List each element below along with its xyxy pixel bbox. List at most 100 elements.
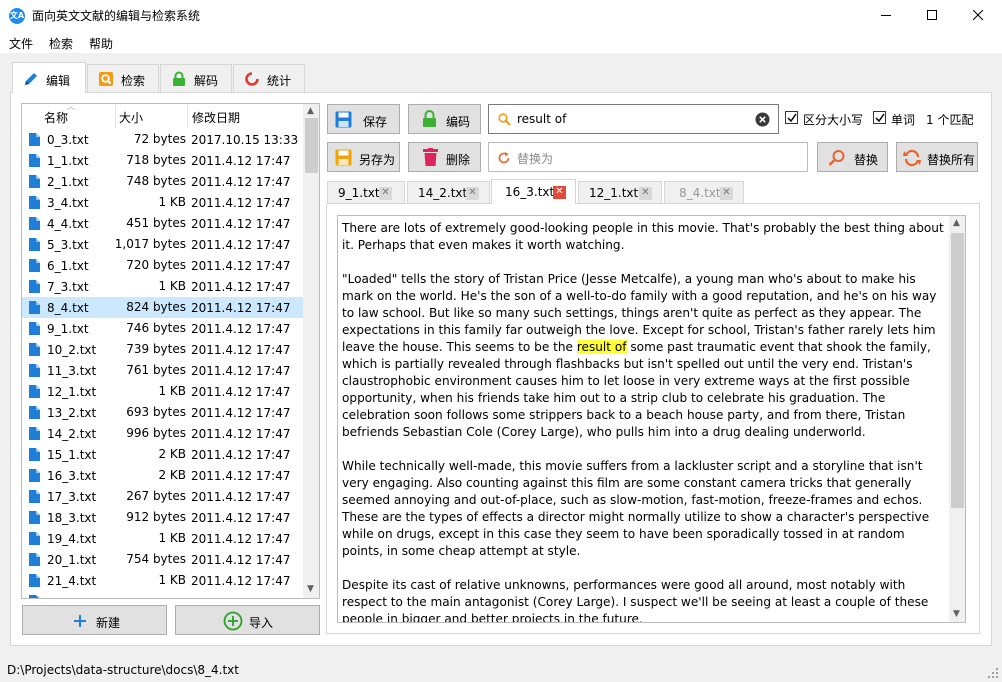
column-name[interactable]: 名称 (44, 109, 68, 126)
file-size: 720 bytes (126, 258, 186, 272)
scroll-up-icon[interactable]: ▲ (307, 106, 314, 116)
resize-grip-icon[interactable] (988, 668, 999, 679)
tab-label: 编辑 (46, 74, 71, 88)
replace-all-button[interactable]: 替换所有 (896, 142, 978, 172)
file-date: 2011.4.12 17:47 (191, 490, 291, 504)
doc-tab[interactable]: 14_2.txt ✕ (407, 181, 490, 203)
new-file-button[interactable]: 新建 (22, 605, 167, 635)
close-tab-icon[interactable]: ✕ (466, 187, 479, 200)
import-label: 导入 (249, 616, 274, 630)
table-row[interactable]: 4_4.txt 451 bytes 2011.4.12 17:47 (22, 213, 303, 234)
file-list-scrollbar[interactable]: ▲ ▼ (303, 104, 319, 598)
add-circle-icon (223, 611, 243, 631)
scroll-up-icon[interactable]: ▲ (953, 218, 960, 228)
editor-scrollbar[interactable]: ▲ ▼ (949, 216, 965, 622)
doc-tab[interactable]: 8_4.txt ✕ (664, 181, 744, 203)
maximize-button[interactable] (909, 0, 955, 31)
menu-help[interactable]: 帮助 (89, 35, 113, 52)
column-date[interactable]: 修改日期 (192, 109, 240, 126)
minimize-icon (881, 15, 891, 16)
case-sensitive-checkbox[interactable] (785, 111, 798, 124)
delete-button[interactable]: 删除 (408, 142, 481, 172)
scroll-down-icon[interactable]: ▼ (953, 609, 960, 619)
table-row[interactable]: 6_1.txt 720 bytes 2011.4.12 17:47 (22, 255, 303, 276)
text-editor[interactable]: There are lots of extremely good-looking… (337, 215, 966, 623)
minimize-button[interactable] (863, 0, 909, 31)
clear-search-icon[interactable] (755, 112, 770, 127)
whole-word-checkbox[interactable] (873, 111, 886, 124)
doc-tab-active[interactable]: 16_3.txt ✕ (491, 179, 576, 204)
tab-search[interactable]: 检索 (87, 64, 159, 92)
close-tab-icon[interactable]: ✕ (553, 186, 566, 199)
column-size[interactable]: 大小 (119, 109, 143, 126)
file-size: 1 KB (158, 384, 186, 398)
table-row[interactable]: 21_4.txt 1 KB 2011.4.12 17:47 (22, 570, 303, 591)
scrollbar-thumb[interactable] (951, 233, 964, 508)
table-row[interactable]: 5_3.txt 1,017 bytes 2011.4.12 17:47 (22, 234, 303, 255)
file-name: 20_1.txt (47, 553, 97, 567)
table-row[interactable]: 14_2.txt 996 bytes 2011.4.12 17:47 (22, 423, 303, 444)
table-row-partial[interactable] (22, 591, 303, 598)
tab-edit[interactable]: 编辑 (12, 62, 86, 93)
file-date: 2011.4.12 17:47 (191, 217, 291, 231)
scrollbar-thumb[interactable] (305, 118, 318, 173)
table-row[interactable]: 12_1.txt 1 KB 2011.4.12 17:47 (22, 381, 303, 402)
table-row[interactable]: 10_2.txt 739 bytes 2011.4.12 17:47 (22, 339, 303, 360)
file-size: 1 KB (158, 279, 186, 293)
table-row[interactable]: 2_1.txt 748 bytes 2011.4.12 17:47 (22, 171, 303, 192)
table-row[interactable]: 13_2.txt 693 bytes 2011.4.12 17:47 (22, 402, 303, 423)
table-row[interactable]: 17_3.txt 267 bytes 2011.4.12 17:47 (22, 486, 303, 507)
file-icon (29, 217, 40, 230)
table-row[interactable]: 15_1.txt 2 KB 2011.4.12 17:47 (22, 444, 303, 465)
table-row[interactable]: 18_3.txt 912 bytes 2011.4.12 17:47 (22, 507, 303, 528)
encode-button[interactable]: 编码 (408, 104, 481, 134)
import-button[interactable]: 导入 (175, 605, 320, 635)
table-row[interactable]: 3_4.txt 1 KB 2011.4.12 17:47 (22, 192, 303, 213)
table-row[interactable]: 1_1.txt 718 bytes 2011.4.12 17:47 (22, 150, 303, 171)
current-file-path: D:\Projects\data-structure\docs\8_4.txt (7, 663, 239, 677)
file-name: 11_3.txt (47, 364, 97, 378)
menu-file[interactable]: 文件 (9, 35, 33, 52)
scroll-down-icon[interactable]: ▼ (307, 584, 314, 594)
close-tab-icon[interactable]: ✕ (379, 187, 392, 200)
file-icon (29, 385, 40, 398)
save-button[interactable]: 保存 (327, 104, 400, 134)
menu-search[interactable]: 检索 (49, 35, 73, 52)
doc-tab-label: 16_3.txt (505, 185, 555, 199)
file-icon (29, 175, 40, 188)
file-name: 16_3.txt (47, 469, 97, 483)
file-icon (29, 238, 40, 251)
file-list[interactable]: ︿ 名称 大小 修改日期 0_3.txt 72 bytes 2017.10.15 1… (21, 103, 320, 599)
app-icon: 文A (9, 8, 25, 24)
search-doc-icon (99, 72, 113, 86)
tab-decode[interactable]: 解码 (160, 64, 232, 92)
file-icon (29, 427, 40, 440)
file-name: 13_2.txt (47, 406, 97, 420)
doc-tab[interactable]: 12_1.txt ✕ (578, 181, 662, 203)
editor-content[interactable]: There are lots of extremely good-looking… (342, 220, 946, 623)
close-tab-icon[interactable]: ✕ (720, 187, 733, 200)
search-input[interactable]: result of (488, 104, 779, 134)
table-row[interactable]: 7_3.txt 1 KB 2011.4.12 17:47 (22, 276, 303, 297)
search-icon (498, 113, 511, 126)
table-row[interactable]: 0_3.txt 72 bytes 2017.10.15 13:33 (22, 129, 303, 150)
save-as-button[interactable]: 另存为 (327, 142, 400, 172)
tab-stats[interactable]: 统计 (233, 64, 305, 92)
paragraph: Despite its cast of relative unknowns, p… (342, 578, 933, 623)
replace-input[interactable]: 替换为 (488, 142, 808, 172)
close-button[interactable] (955, 0, 1001, 31)
table-row[interactable]: 16_3.txt 2 KB 2011.4.12 17:47 (22, 465, 303, 486)
table-row[interactable]: 19_4.txt 1 KB 2011.4.12 17:47 (22, 528, 303, 549)
search-value: result of (517, 112, 567, 126)
doc-tab[interactable]: 9_1.txt ✕ (327, 181, 405, 203)
file-size: 761 bytes (126, 363, 186, 377)
table-row[interactable]: 20_1.txt 754 bytes 2011.4.12 17:47 (22, 549, 303, 570)
column-divider[interactable] (187, 104, 188, 128)
table-row[interactable]: 8_4.txt 824 bytes 2011.4.12 17:47 (22, 297, 303, 318)
table-row[interactable]: 11_3.txt 761 bytes 2011.4.12 17:47 (22, 360, 303, 381)
file-size: 746 bytes (126, 321, 186, 335)
replace-button[interactable]: 替换 (817, 142, 888, 172)
close-tab-icon[interactable]: ✕ (639, 187, 652, 200)
table-row[interactable]: 9_1.txt 746 bytes 2011.4.12 17:47 (22, 318, 303, 339)
column-divider[interactable] (115, 104, 116, 128)
